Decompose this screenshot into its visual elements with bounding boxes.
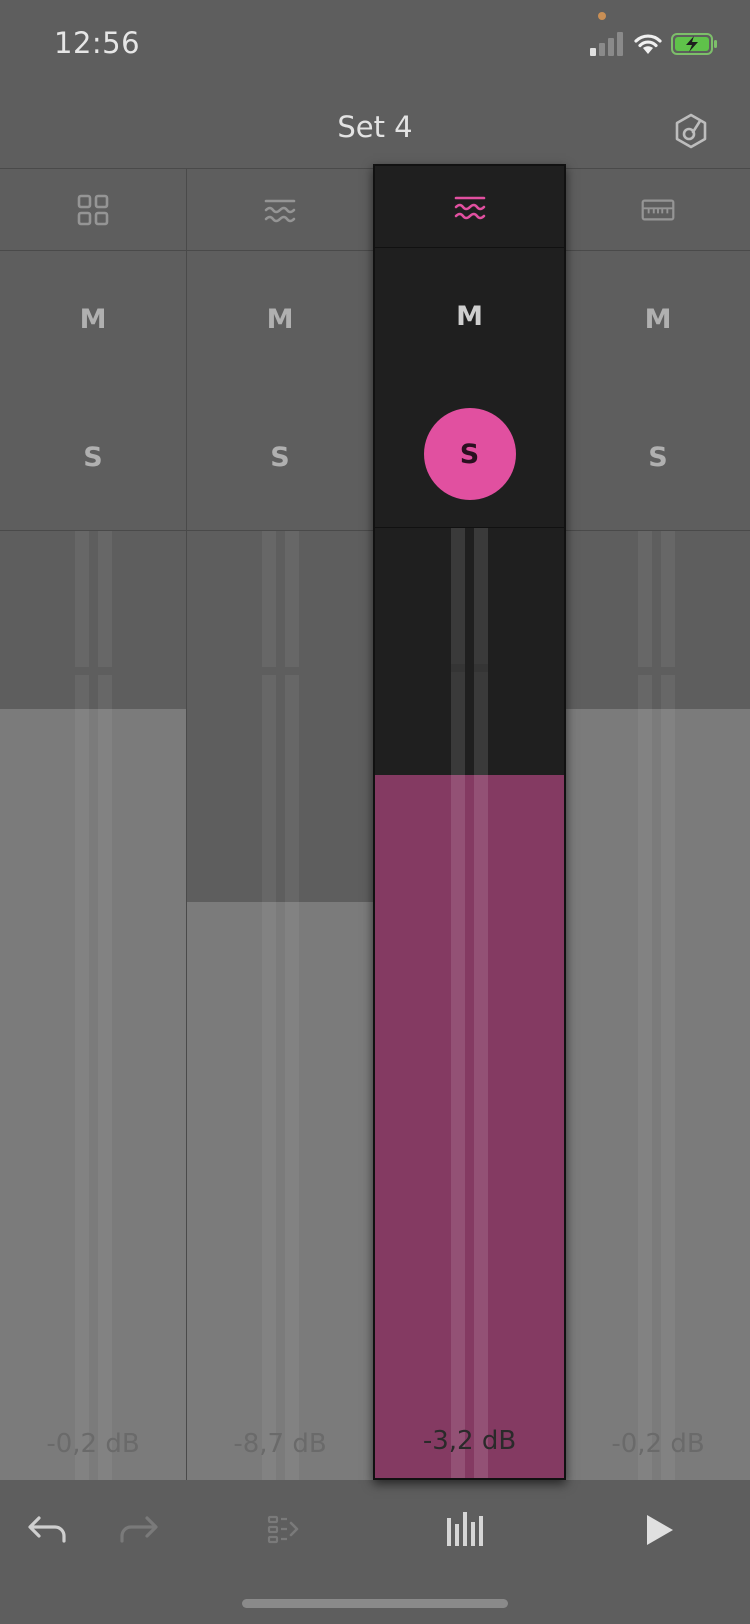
- battery-charging-icon: [671, 33, 717, 55]
- volume-readout: -0,2 dB: [46, 1429, 140, 1459]
- play-icon: [647, 1515, 673, 1545]
- fader-level: [187, 902, 373, 1481]
- status-time: 12:56: [54, 26, 141, 60]
- volume-readout: -0,2 dB: [611, 1429, 705, 1459]
- mixer-icon: [447, 1512, 483, 1546]
- level-meter-right: [98, 531, 112, 1481]
- level-meter-right: [285, 531, 299, 1481]
- redo-icon: [120, 1516, 158, 1543]
- grid-icon: [77, 194, 109, 225]
- fader-level: [375, 775, 564, 1478]
- home-indicator: [242, 1599, 508, 1608]
- level-meter-left: [451, 528, 465, 1478]
- mixer: M S -0,2 dB M S -8,7 dB M S -3,2 dB M S …: [0, 164, 750, 1481]
- channel-type-button[interactable]: [0, 169, 186, 251]
- solo-button[interactable]: S: [423, 408, 516, 500]
- undo-button[interactable]: [22, 1505, 72, 1555]
- clip-view-icon: [267, 1515, 299, 1544]
- level-meter-right: [474, 528, 488, 1478]
- play-button[interactable]: [634, 1505, 684, 1555]
- clip-view-button[interactable]: [260, 1505, 310, 1555]
- keyboard-icon: [641, 199, 675, 220]
- mute-solo-section: M S: [375, 248, 564, 528]
- header: Set 4: [0, 90, 750, 168]
- redo-button[interactable]: [114, 1505, 164, 1555]
- privacy-indicator: [598, 12, 606, 20]
- volume-readout: -8,7 dB: [233, 1429, 327, 1459]
- channel-3[interactable]: M S -3,2 dB: [373, 164, 566, 1480]
- level-meter-left: [262, 531, 276, 1481]
- volume-fader[interactable]: -0,2 dB: [566, 531, 750, 1481]
- mute-solo-section: M S: [566, 251, 750, 531]
- channel-1[interactable]: M S -0,2 dB: [0, 168, 187, 1481]
- mute-button[interactable]: M: [234, 273, 326, 365]
- channel-type-button[interactable]: [566, 169, 750, 251]
- level-meter-left: [638, 531, 652, 1481]
- set-title: Set 4: [337, 110, 413, 144]
- waves-icon: [454, 196, 485, 219]
- level-meter-left: [75, 531, 89, 1481]
- tuner-icon[interactable]: [672, 112, 710, 150]
- level-meter-right: [661, 531, 675, 1481]
- mute-button[interactable]: M: [612, 273, 704, 365]
- mute-button[interactable]: M: [424, 270, 516, 362]
- volume-readout: -3,2 dB: [422, 1426, 517, 1456]
- mute-solo-section: M S: [187, 251, 373, 531]
- solo-button[interactable]: S: [612, 411, 704, 503]
- volume-fader[interactable]: -0,2 dB: [0, 531, 186, 1481]
- volume-fader[interactable]: -8,7 dB: [187, 531, 373, 1481]
- solo-button[interactable]: S: [234, 411, 326, 503]
- channel-type-button[interactable]: [375, 166, 564, 248]
- mixer-view-button[interactable]: [440, 1505, 490, 1555]
- waves-icon: [264, 199, 296, 222]
- channel-type-button[interactable]: [187, 169, 373, 251]
- solo-button[interactable]: S: [47, 411, 139, 503]
- mute-button[interactable]: M: [47, 273, 139, 365]
- fader-level: [566, 708, 750, 1481]
- undo-icon: [28, 1516, 66, 1543]
- mute-solo-section: M S: [0, 251, 186, 531]
- wifi-icon: [634, 34, 662, 54]
- fader-level: [0, 708, 186, 1481]
- volume-fader[interactable]: -3,2 dB: [375, 528, 564, 1478]
- cellular-signal-icon: [590, 32, 623, 56]
- channel-2[interactable]: M S -8,7 dB: [187, 168, 374, 1481]
- status-bar: 12:56: [0, 0, 750, 90]
- channel-4[interactable]: M S -0,2 dB: [566, 168, 750, 1481]
